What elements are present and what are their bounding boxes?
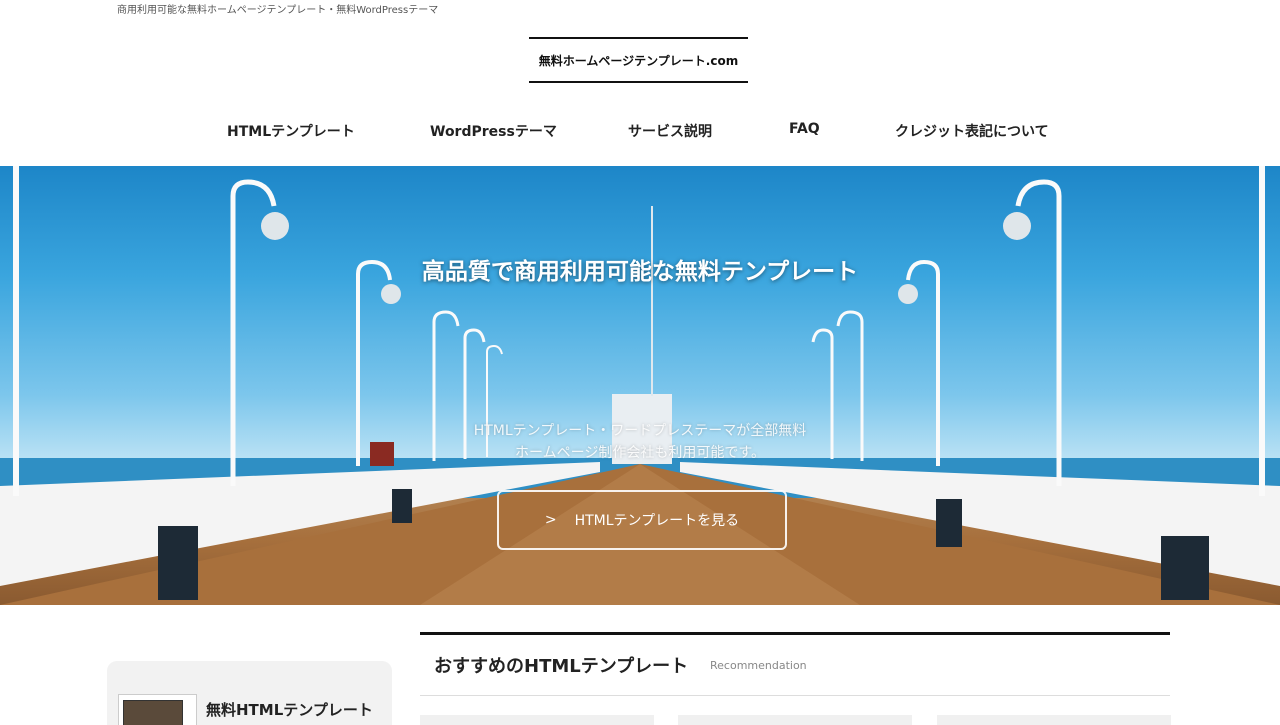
hero-title: 高品質で商用利用可能な無料テンプレート	[421, 259, 859, 285]
lamp-globe-left-1	[261, 212, 289, 240]
section-divider	[420, 695, 1170, 696]
template-card[interactable]	[937, 715, 1171, 725]
thumbnail-image	[123, 700, 183, 725]
chevron-right-icon: >	[544, 512, 557, 528]
sidebar-card-title[interactable]: 無料HTMLテンプレート	[206, 699, 373, 720]
section-title: おすすめのHTMLテンプレート	[434, 656, 689, 677]
site-tagline: 商用利用可能な無料ホームページテンプレート・無料WordPressテーマ	[117, 5, 439, 16]
nav-item-faq[interactable]: FAQ	[789, 121, 820, 137]
lamp-globe-right-1	[1003, 212, 1031, 240]
sidebar-card-thumbnail	[118, 694, 197, 725]
section-subtitle-en: Recommendation	[710, 659, 807, 672]
template-card[interactable]	[678, 715, 912, 725]
view-html-templates-label: HTMLテンプレートを見る	[574, 513, 740, 529]
nav-item-html-templates[interactable]: HTMLテンプレート	[227, 121, 355, 141]
section-top-rule	[420, 632, 1170, 635]
trash-bin-right-2	[936, 499, 962, 547]
lamp-globe-right-2	[898, 284, 918, 304]
nav-item-wordpress-themes[interactable]: WordPressテーマ	[430, 121, 557, 141]
nav-item-credit[interactable]: クレジット表記について	[895, 121, 1049, 141]
hero-subtitle-line-2: ホームページ制作会社も利用可能です。	[515, 445, 765, 461]
template-card[interactable]	[420, 715, 654, 725]
lamp-globe-left-2	[381, 284, 401, 304]
trash-bin-left-2	[392, 489, 412, 523]
global-nav: HTMLテンプレート WordPressテーマ サービス説明 FAQ クレジット…	[0, 121, 1280, 143]
hero-banner: 高品質で商用利用可能な無料テンプレート HTMLテンプレート・ワードプレステーマ…	[0, 166, 1280, 605]
site-logo[interactable]: 無料ホームページテンプレート.com	[529, 37, 748, 83]
view-html-templates-button[interactable]: > HTMLテンプレートを見る	[497, 490, 787, 550]
trash-bin-left	[158, 526, 198, 600]
site-logo-text: 無料ホームページテンプレート.com	[538, 53, 739, 68]
hero-subtitle: HTMLテンプレート・ワードプレステーマが全部無料 ホームページ制作会社も利用可…	[0, 420, 1280, 464]
trash-bin-right	[1161, 536, 1209, 600]
nav-item-service[interactable]: サービス説明	[628, 121, 712, 141]
hero-subtitle-line-1: HTMLテンプレート・ワードプレステーマが全部無料	[473, 423, 807, 439]
